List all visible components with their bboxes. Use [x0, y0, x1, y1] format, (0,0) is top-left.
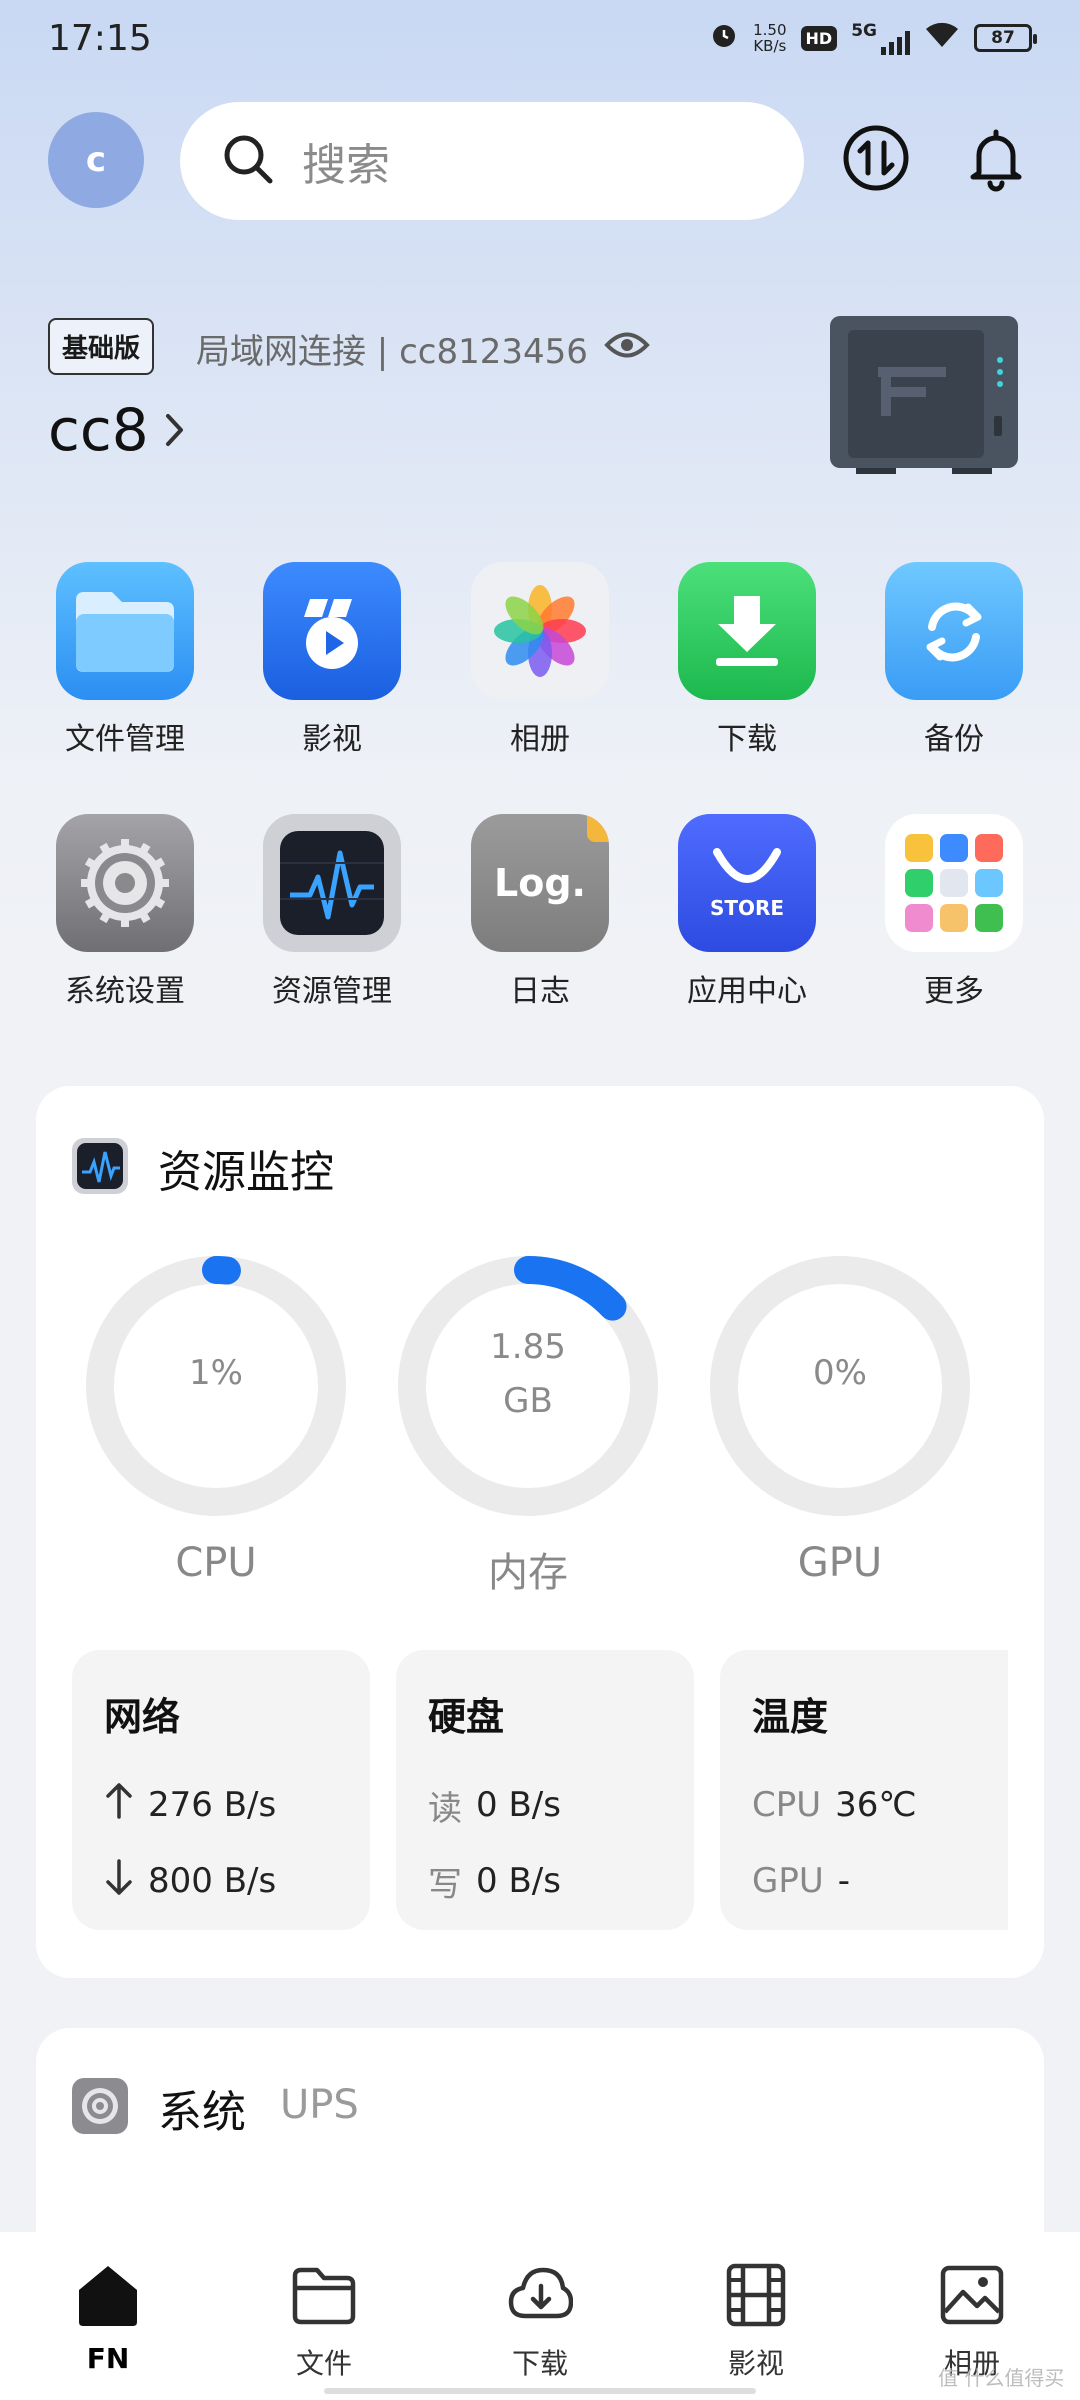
transfer-icon [841, 123, 911, 197]
gear-icon [56, 814, 194, 952]
gear-icon [70, 2076, 130, 2136]
disk-write: 写 0 B/s [428, 1861, 561, 1905]
hd-badge: HD [800, 25, 838, 51]
home-icon [75, 2262, 141, 2332]
arrow-up-icon [104, 1781, 134, 1830]
connection-text: 局域网连接 | cc8123456 [196, 332, 588, 372]
gauge-memory-label: 内存 [488, 1550, 568, 1596]
app-system-settings[interactable]: 系统设置 [40, 814, 210, 1024]
alarm-icon [709, 20, 739, 56]
search-input[interactable]: 搜索 [180, 102, 804, 220]
disk-box[interactable]: 硬盘 读 0 B/s 写 0 B/s [396, 1650, 694, 1930]
connection-info: 局域网连接 | cc8123456 [196, 324, 650, 373]
avatar[interactable]: c [48, 112, 144, 208]
plan-badge: 基础版 [48, 318, 155, 375]
resource-monitor-card[interactable]: 资源监控 1% 1.85 GB 0% CPU 内存 GPU 网络 276 B/s… [36, 1086, 1044, 1978]
folder-outline-icon [291, 2262, 357, 2332]
app-download[interactable]: 下载 [662, 562, 832, 772]
app-log[interactable]: Log. 日志 [455, 814, 625, 1024]
signal-icon: 5G [851, 21, 910, 55]
status-bar: 17:15 1.50 KB/s HD 5G 87 [0, 0, 1080, 80]
nav-download[interactable]: 下载 [450, 2262, 630, 2400]
app-resource-manager[interactable]: 资源管理 [247, 814, 417, 1024]
nav-files[interactable]: 文件 [234, 2262, 414, 2400]
app-video[interactable]: 影视 [247, 562, 417, 772]
search-placeholder: 搜索 [302, 140, 390, 191]
battery-icon: 87 [974, 24, 1037, 52]
gauge-gpu-value: 0% [813, 1353, 867, 1393]
ups-tab[interactable]: UPS [280, 2082, 359, 2128]
gauge-cpu-label: CPU [175, 1540, 257, 1586]
download-icon [678, 562, 816, 700]
more-grid-icon [885, 814, 1023, 952]
folder-icon [56, 562, 194, 700]
arrow-down-icon [104, 1857, 134, 1906]
disk-read: 读 0 B/s [428, 1785, 561, 1829]
search-icon [220, 131, 276, 191]
notification-button[interactable] [958, 122, 1034, 198]
nas-device-image [826, 312, 1022, 476]
bell-icon [961, 123, 1031, 197]
backup-icon [885, 562, 1023, 700]
status-icons: 1.50 KB/s HD 5G 87 [709, 20, 1037, 56]
image-icon [939, 2262, 1005, 2332]
cloud-download-icon [507, 2262, 574, 2332]
eye-icon[interactable] [604, 329, 650, 369]
system-title: 系统 [158, 2087, 246, 2138]
temperature-box[interactable]: 温度 CPU 36℃ GPU - [720, 1650, 1008, 1930]
device-name-link[interactable]: cc8 [48, 396, 187, 464]
status-time: 17:15 [48, 18, 152, 59]
app-backup[interactable]: 备份 [869, 562, 1039, 772]
app-store[interactable]: STORE 应用中心 [662, 814, 832, 1024]
monitor-icon [263, 814, 401, 952]
nav-video[interactable]: 影视 [666, 2262, 846, 2400]
log-icon: Log. [471, 814, 609, 952]
monitor-title: 资源监控 [158, 1147, 334, 1198]
chevron-right-icon [163, 396, 187, 464]
wifi-icon [924, 21, 960, 55]
network-box[interactable]: 网络 276 B/s 800 B/s [72, 1650, 370, 1930]
network-up: 276 B/s [104, 1767, 338, 1843]
store-icon: STORE [678, 814, 816, 952]
watermark: 值 什么值得买 [938, 2366, 1065, 2390]
gauge-memory-value: 1.85 GB [490, 1327, 566, 1421]
temp-cpu: CPU 36℃ [752, 1785, 917, 1825]
film-icon [723, 2262, 789, 2332]
gauge-gpu-label: GPU [797, 1540, 883, 1586]
video-icon [263, 562, 401, 700]
net-speed: 1.50 KB/s [753, 21, 787, 55]
app-photos[interactable]: 相册 [455, 562, 625, 772]
network-down: 800 B/s [104, 1843, 338, 1919]
transfer-button[interactable] [838, 122, 914, 198]
temp-gpu: GPU - [752, 1861, 851, 1901]
nav-fn[interactable]: FN [18, 2262, 198, 2400]
photos-icon [471, 562, 609, 700]
gauge-cpu-value: 1% [189, 1353, 243, 1393]
device-name: cc8 [48, 396, 149, 464]
bottom-nav: FN 文件 下载 影视 相册 [0, 2232, 1080, 2400]
app-more[interactable]: 更多 [869, 814, 1039, 1024]
app-file-manager[interactable]: 文件管理 [40, 562, 210, 772]
monitor-icon [70, 1136, 130, 1196]
home-indicator [324, 2388, 756, 2394]
